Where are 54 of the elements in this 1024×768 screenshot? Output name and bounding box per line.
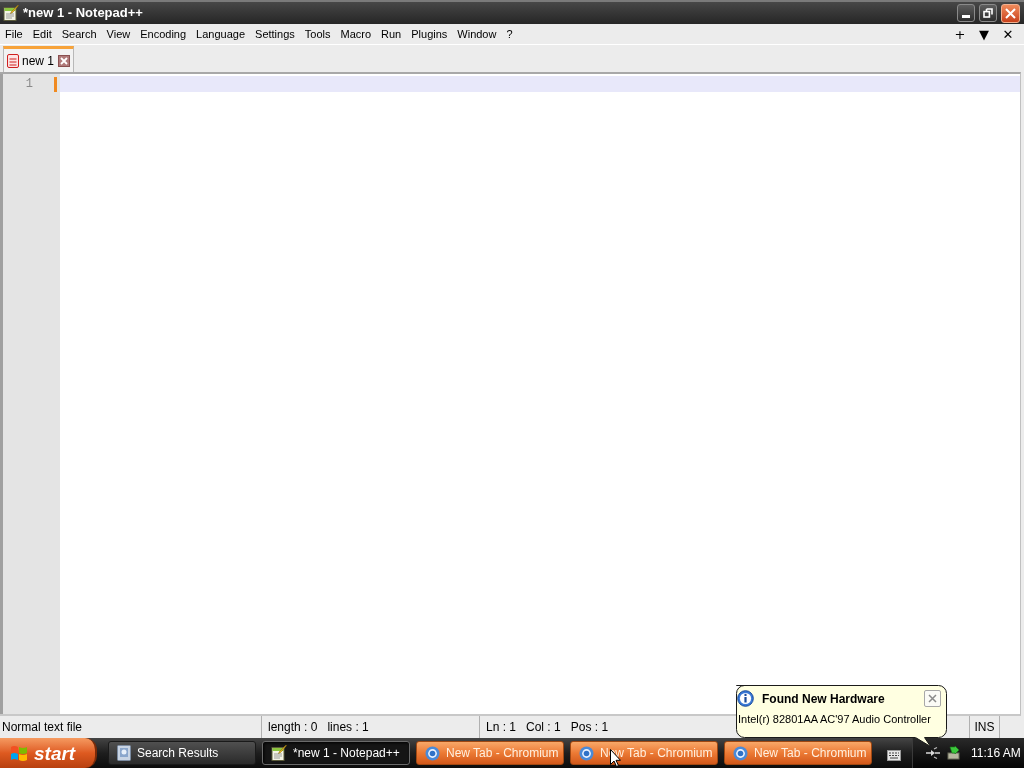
minimize-button[interactable] [957, 4, 975, 22]
menu-item[interactable]: Window [452, 25, 502, 43]
notification-close-button[interactable] [924, 690, 941, 707]
device-arrow-icon[interactable] [946, 746, 960, 760]
keyboard-icon[interactable] [887, 749, 901, 761]
tab-close-button[interactable] [58, 54, 71, 67]
document-tab[interactable]: new 1 [3, 46, 75, 72]
close-icon [928, 694, 937, 703]
notification-title: Found New Hardware [762, 690, 885, 708]
minimize-icon [962, 14, 970, 18]
close-icon [58, 54, 71, 67]
menu-item[interactable]: File [0, 25, 28, 43]
line-position-label: Ln : 1 [486, 719, 517, 736]
close-icon [1005, 7, 1016, 19]
start-button[interactable]: start [0, 738, 97, 768]
menu-item[interactable]: ? [501, 25, 518, 43]
toolbar-button[interactable]: ✕ [996, 25, 1020, 43]
menu-item[interactable]: Plugins [406, 25, 453, 43]
restore-button[interactable] [979, 4, 997, 22]
menu-item[interactable]: View [101, 25, 136, 43]
ring-icon [425, 745, 440, 761]
windows-flag-icon [9, 743, 29, 763]
menu-item[interactable]: Edit [27, 25, 57, 43]
menu-item[interactable]: Run [376, 25, 407, 43]
menu-item[interactable]: Language [191, 25, 251, 43]
menu-item[interactable]: Macro [335, 25, 377, 43]
notepad-icon [3, 5, 19, 21]
text-cursor-icon [54, 76, 57, 92]
length-label: length : 0 [268, 719, 318, 736]
clock: 11:16 AM [971, 745, 1021, 762]
typing-mode-label: INS [974, 719, 995, 736]
connector-icon[interactable] [925, 747, 941, 759]
menu-item[interactable]: Search [56, 25, 102, 43]
menu-item[interactable]: Tools [299, 25, 336, 43]
taskbar-button[interactable]: *new 1 - Notepad++ [262, 741, 410, 765]
line-number: 1 [24, 78, 33, 90]
document-type-label: Normal text file [2, 719, 83, 736]
ring-icon [733, 745, 748, 761]
toolbar-button[interactable]: ▼ [972, 25, 996, 43]
ring-icon [579, 745, 594, 761]
position-label: Pos : 1 [570, 719, 609, 736]
toolbar-button[interactable]: + [948, 25, 972, 43]
notepad-icon [271, 745, 287, 761]
tab-label: new 1 [22, 52, 55, 70]
taskbar-button[interactable]: Search Results [108, 741, 256, 765]
column-position-label: Col : 1 [526, 719, 561, 736]
restore-icon [983, 8, 993, 18]
menu-item[interactable]: Settings [250, 25, 300, 43]
window-title: *new 1 - Notepad++ [23, 4, 143, 23]
menu-item[interactable]: Encoding [135, 25, 192, 43]
lines-label: lines : 1 [327, 719, 369, 736]
close-button[interactable] [1001, 3, 1020, 23]
document-icon [117, 745, 131, 761]
info-icon [737, 690, 754, 707]
